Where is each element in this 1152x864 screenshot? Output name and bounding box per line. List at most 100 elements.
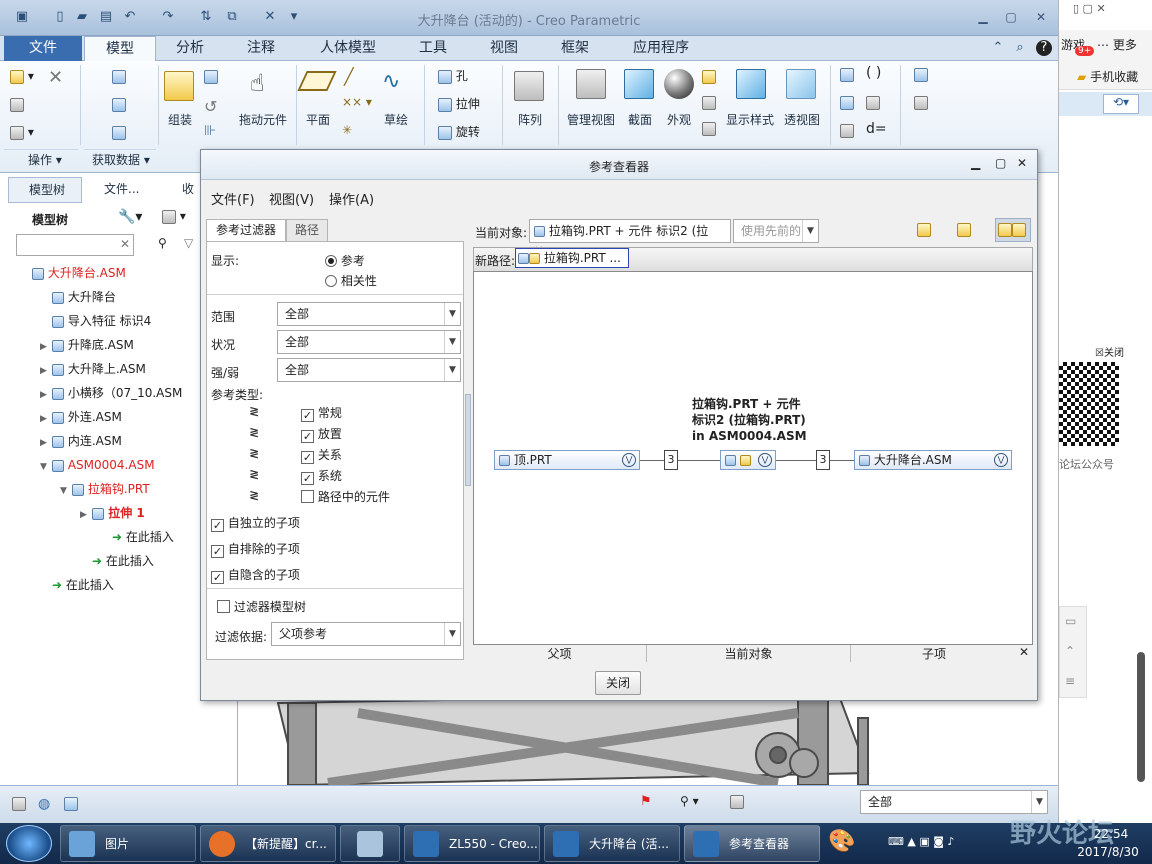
tree-item[interactable]: ▶ 拉伸 1 — [80, 502, 145, 524]
window-controls-icon[interactable]: ▯ ▢ ✕ — [1073, 2, 1106, 15]
tab-reference-filter[interactable]: 参考过滤器 — [206, 219, 286, 241]
display-toggle-icon-2[interactable] — [702, 95, 716, 110]
drag-components-icon[interactable]: ☝ — [250, 69, 265, 97]
revolve-button[interactable]: 旋转 — [438, 123, 480, 140]
tab-model[interactable]: 模型 — [84, 36, 156, 61]
strength-dropdown[interactable]: 全部 ▼ — [277, 358, 461, 382]
expand-icon[interactable]: ▼ — [60, 480, 72, 502]
taskbar-browser[interactable]: 【新提醒】cr... — [200, 825, 336, 862]
csys-icon[interactable]: ✳ — [342, 123, 352, 137]
tab-path[interactable]: 路径 — [286, 219, 328, 241]
reference-viewer-icon[interactable] — [914, 95, 928, 110]
grid-toggle-icon[interactable] — [12, 796, 26, 811]
copy-geometry-icon[interactable] — [112, 97, 126, 112]
assemble-icon[interactable] — [164, 71, 194, 101]
create-component-icon[interactable] — [204, 69, 218, 84]
tree-item[interactable]: ▶ 升降底.ASM — [40, 334, 134, 356]
close-button[interactable]: ✕ — [1030, 8, 1052, 26]
get-data-group-label[interactable]: 获取数据 ▾ — [84, 149, 156, 171]
expand-icon[interactable]: ▼ — [40, 456, 52, 478]
tray-icons[interactable]: ⌨ ▲ ▣ ◙ ♪ — [888, 835, 954, 848]
select-box-icon[interactable] — [730, 794, 744, 809]
display-toggle-icon[interactable] — [702, 69, 716, 84]
filter-icon[interactable]: ▽ — [184, 236, 193, 250]
use-previous-dropdown[interactable]: 使用先前的 ▼ — [733, 219, 819, 243]
expand-icon[interactable]: ▶ — [40, 336, 52, 358]
perspective-icon[interactable] — [786, 69, 816, 99]
view-mode-icon-2[interactable] — [957, 222, 971, 237]
parameters-icon[interactable] — [840, 95, 854, 110]
minimize-button[interactable]: ▁ — [972, 8, 994, 26]
model-display-icon[interactable] — [840, 67, 854, 82]
view-mode-icon-1[interactable] — [917, 222, 931, 237]
tree-item[interactable]: ▶ 外连.ASM — [40, 406, 122, 428]
pattern-button[interactable]: 阵列 — [510, 111, 550, 128]
dialog-close-button[interactable]: ✕ — [1017, 156, 1027, 170]
repeat-icon[interactable]: ↺ — [204, 97, 217, 116]
start-button[interactable] — [6, 825, 52, 862]
maximize-button[interactable]: ▢ — [1000, 8, 1022, 26]
menu-view[interactable]: 视图(V) — [269, 189, 314, 208]
axis-icon[interactable]: ╱ — [344, 67, 354, 86]
info-icon[interactable] — [914, 67, 928, 82]
tab-analysis[interactable]: 分析 — [158, 36, 222, 61]
taskbar-creo-main[interactable]: 大升降台 (活... — [544, 825, 680, 862]
fullscreen-icon[interactable] — [64, 796, 78, 811]
reference-type-checkbox[interactable]: ✓ 放置 — [301, 425, 342, 443]
shrinkwrap-icon[interactable] — [112, 125, 126, 140]
filter-by-dropdown[interactable]: 父项参考 ▼ — [271, 622, 461, 646]
splitter-handle[interactable] — [465, 394, 471, 486]
mirror-icon[interactable]: ⊪ — [204, 123, 216, 139]
menu-actions[interactable]: 操作(A) — [329, 189, 374, 208]
back-button[interactable]: ⟲▾ — [1103, 94, 1139, 114]
user-defined-feature-icon[interactable] — [112, 69, 126, 84]
dialog-minimize-button[interactable]: ▁ — [971, 156, 980, 170]
tab-favorites[interactable]: 收 — [162, 177, 202, 203]
hole-button[interactable]: 孔 — [438, 67, 468, 84]
tree-item[interactable]: 大升降台 — [40, 286, 116, 308]
list-icon[interactable]: ≡ — [1065, 674, 1075, 688]
reference-type-checkbox[interactable]: ✓ 常规 — [301, 404, 342, 422]
tab-view[interactable]: 视图 — [470, 36, 538, 61]
tree-item[interactable]: ▶ 小横移（07_10.ASM — [40, 382, 182, 404]
radio-references[interactable]: 参考 — [325, 252, 365, 269]
tree-item[interactable]: 大升降台.ASM — [20, 262, 126, 284]
point-icon[interactable]: ×× ▾ — [342, 95, 372, 109]
display-toggle-icon-3[interactable] — [702, 121, 716, 136]
tab-model-tree[interactable]: 模型树 — [8, 177, 82, 203]
plane-icon[interactable] — [297, 71, 337, 91]
close-columns-icon[interactable]: ✕ — [1019, 645, 1029, 659]
selection-filter-dropdown[interactable]: 全部 ▼ — [860, 790, 1048, 814]
section-icon[interactable] — [624, 69, 654, 99]
tree-item[interactable]: ▶ 大升降上.ASM — [40, 358, 146, 380]
display-style-icon[interactable] — [736, 69, 766, 99]
taskbar-calculator[interactable] — [340, 825, 400, 862]
tab-file-browser[interactable]: 文件... — [84, 177, 160, 203]
scroll-top-icon[interactable]: ⌃ — [1065, 644, 1075, 658]
appearance-button[interactable]: 外观 — [660, 111, 698, 128]
assemble-button[interactable]: 组装 — [160, 111, 200, 128]
clear-search-icon[interactable]: ✕ — [120, 237, 130, 251]
extrude-button[interactable]: 拉伸 — [438, 95, 480, 112]
clock-time[interactable]: 22:54 — [1074, 827, 1148, 841]
sketch-icon[interactable]: ∿ — [382, 69, 400, 94]
tab-file[interactable]: 文件 — [4, 36, 82, 61]
search-icon[interactable]: ⌕ — [1012, 40, 1028, 56]
radio-dependencies[interactable]: 相关性 — [325, 272, 377, 289]
sketch-button[interactable]: 草绘 — [378, 111, 414, 128]
reference-type-checkbox[interactable]: ✓ 关系 — [301, 446, 342, 464]
status-dropdown[interactable]: 全部 ▼ — [277, 330, 461, 354]
help-icon[interactable]: ? — [1036, 40, 1052, 56]
current-node[interactable]: ⋁ — [720, 450, 776, 470]
expand-icon[interactable]: ▶ — [40, 384, 52, 406]
child-count-box[interactable]: 3 — [816, 450, 830, 470]
filter-model-tree-checkbox[interactable]: 过滤器模型树 — [217, 598, 306, 615]
child-option-checkbox[interactable]: ✓ 自独立的子项 — [211, 514, 300, 532]
settings-icon[interactable]: 🔧▾ — [118, 209, 142, 225]
tree-item[interactable]: 导入特征 标识4 — [40, 310, 151, 332]
child-option-checkbox[interactable]: ✓ 自隐含的子项 — [211, 566, 300, 584]
parent-node[interactable]: 顶.PRT ⋁ — [494, 450, 640, 470]
child-option-checkbox[interactable]: ✓ 自排除的子项 — [211, 540, 300, 558]
more-link[interactable]: ⋯ 更多 — [1097, 36, 1137, 53]
tree-insert-here[interactable]: ➜ 在此插入 — [100, 526, 174, 548]
